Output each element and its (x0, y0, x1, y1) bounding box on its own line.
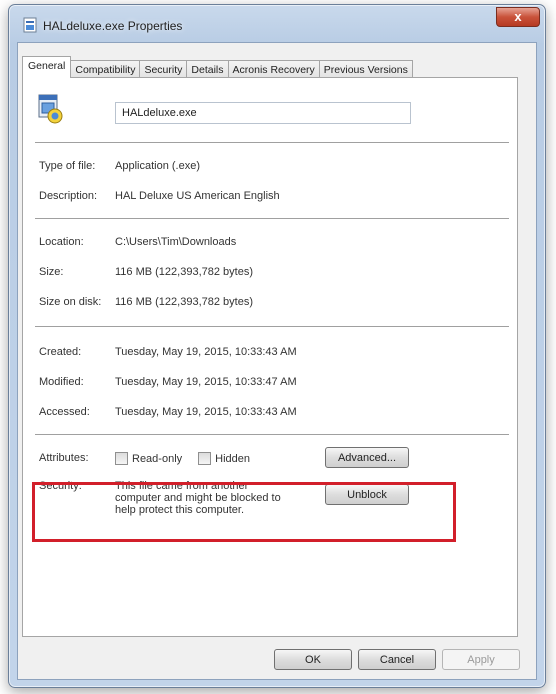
read-only-label: Read-only (132, 452, 183, 465)
general-tab-panel: HALdeluxe.exe Type of file: Application … (22, 77, 518, 637)
title-bar[interactable]: HALdeluxe.exe Properties x (9, 5, 545, 41)
created-value: Tuesday, May 19, 2015, 10:33:43 AM (115, 346, 297, 358)
tab-general[interactable]: General (22, 56, 72, 78)
advanced-button[interactable]: Advanced... (325, 447, 409, 468)
modified-label: Modified: (39, 376, 84, 388)
application-icon (38, 94, 63, 124)
ok-button[interactable]: OK (274, 649, 352, 670)
accessed-label: Accessed: (39, 406, 90, 418)
close-button[interactable]: x (496, 7, 540, 27)
window-title: HALdeluxe.exe Properties (43, 19, 183, 33)
tab-strip: General Compatibility Security Details Acron… (22, 55, 413, 80)
apply-button[interactable]: Apply (442, 649, 520, 670)
size-on-disk-label: Size on disk: (39, 296, 102, 308)
description-label: Description: (39, 190, 98, 202)
divider (35, 142, 509, 143)
divider (35, 326, 509, 327)
close-icon: x (514, 9, 522, 24)
location-label: Location: (39, 236, 84, 248)
created-label: Created: (39, 346, 82, 358)
attributes-label: Attributes: (39, 452, 89, 464)
read-only-checkbox[interactable] (115, 452, 128, 465)
accessed-value: Tuesday, May 19, 2015, 10:33:43 AM (115, 406, 297, 418)
type-of-file-label: Type of file: (39, 160, 96, 172)
dialog-client-area: General Compatibility Security Details Acron… (17, 42, 537, 680)
cancel-button[interactable]: Cancel (358, 649, 436, 670)
security-highlight-box (32, 482, 456, 542)
file-name-field[interactable]: HALdeluxe.exe (115, 102, 411, 124)
hidden-label: Hidden (215, 452, 250, 465)
modified-value: Tuesday, May 19, 2015, 10:33:47 AM (115, 376, 297, 388)
size-on-disk-value: 116 MB (122,393,782 bytes) (115, 296, 253, 308)
hidden-checkbox[interactable] (198, 452, 212, 465)
divider (35, 218, 509, 219)
location-value: C:\Users\Tim\Downloads (115, 236, 237, 248)
size-label: Size: (39, 266, 64, 278)
description-value: HAL Deluxe US American English (115, 190, 280, 202)
properties-window: HALdeluxe.exe Properties x General Compat… (8, 4, 546, 688)
divider (35, 434, 509, 435)
size-value: 116 MB (122,393,782 bytes) (115, 266, 253, 278)
type-of-file-value: Application (.exe) (115, 160, 200, 172)
exe-file-icon (23, 17, 37, 33)
attribute-checkboxes: Read-only Hidden (115, 452, 266, 465)
